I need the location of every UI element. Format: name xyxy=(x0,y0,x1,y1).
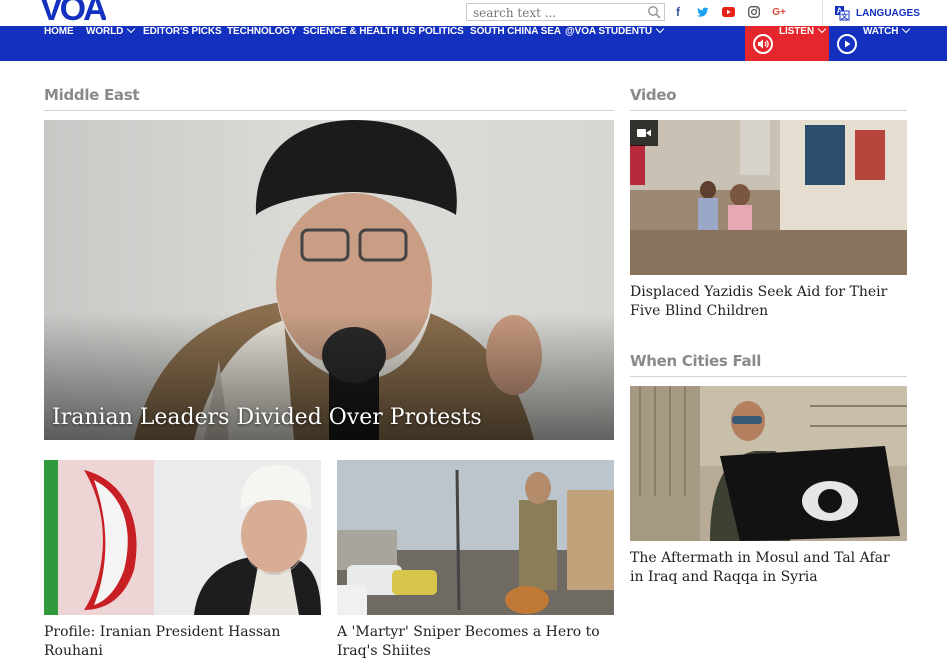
section-title-when-cities-fall[interactable]: When Cities Fall xyxy=(630,352,761,370)
video-camera-icon xyxy=(637,129,651,137)
story-caption[interactable]: Profile: Iranian President Hassan Rouhan… xyxy=(44,623,321,661)
chevron-down-icon xyxy=(655,24,665,34)
watch-label-text: WATCH xyxy=(863,26,899,37)
watch-label: WATCH xyxy=(863,24,911,61)
languages-icon: A 文 xyxy=(835,6,850,21)
listen-label: LISTEN xyxy=(779,24,827,61)
section-title-video[interactable]: Video xyxy=(630,86,677,104)
nav-item-home[interactable]: HOME xyxy=(44,26,74,61)
youtube-icon[interactable] xyxy=(720,4,736,20)
voa-logo[interactable]: VOA xyxy=(40,0,106,26)
story-caption[interactable]: A 'Martyr' Sniper Becomes a Hero to Iraq… xyxy=(337,623,614,661)
twitter-icon[interactable] xyxy=(695,4,711,20)
chevron-down-icon xyxy=(127,24,136,34)
google-plus-icon[interactable]: G+ xyxy=(771,4,787,20)
watch-button[interactable]: WATCH xyxy=(829,24,947,61)
svg-text:文: 文 xyxy=(841,12,849,21)
story-image[interactable] xyxy=(630,386,907,541)
section-rule xyxy=(630,376,907,377)
hero-image xyxy=(44,120,614,440)
video-thumbnail[interactable] xyxy=(630,120,907,275)
story-caption[interactable]: The Aftermath in Mosul and Tal Afar in I… xyxy=(630,549,907,587)
main-nav: HOME WORLD EDITOR'S PICKS TECHNOLOGY SCI… xyxy=(0,24,947,61)
listen-label-text: LISTEN xyxy=(779,26,814,37)
story-image[interactable] xyxy=(337,460,614,615)
search-input[interactable] xyxy=(467,5,642,21)
story-image[interactable] xyxy=(44,460,321,615)
nav-item-us-politics[interactable]: US POLITICS xyxy=(402,26,464,61)
section-title-middle-east[interactable]: Middle East xyxy=(44,86,140,104)
nav-item-editors-picks[interactable]: EDITOR'S PICKS xyxy=(143,26,222,61)
nav-item-south-china-sea[interactable]: SOUTH CHINA SEA xyxy=(470,26,561,61)
nav-item-world-label: WORLD xyxy=(86,26,124,37)
chevron-down-icon xyxy=(817,24,827,34)
languages-label: LANGUAGES xyxy=(856,7,920,19)
nav-item-world[interactable]: WORLD xyxy=(86,24,136,61)
chevron-down-icon xyxy=(902,24,911,34)
languages-button[interactable]: A 文 LANGUAGES xyxy=(834,4,920,22)
nav-item-technology[interactable]: TECHNOLOGY xyxy=(227,26,297,61)
svg-text:VOA: VOA xyxy=(40,0,106,26)
top-bar: VOA f G+ A 文 LANGUAGES xyxy=(0,0,947,26)
section-rule xyxy=(630,110,907,111)
section-rule xyxy=(44,110,614,111)
video-caption[interactable]: Displaced Yazidis Seek Aid for Their Fiv… xyxy=(630,283,907,321)
nav-item-science-health[interactable]: SCIENCE & HEALTH xyxy=(303,26,399,61)
search-box[interactable] xyxy=(466,3,665,21)
hero-headline[interactable]: Iranian Leaders Divided Over Protests xyxy=(52,405,482,430)
nav-item-voa-studentu[interactable]: @VOA STUDENTU xyxy=(565,24,665,61)
header-divider xyxy=(822,0,823,26)
nav-item-voa-studentu-label: @VOA STUDENTU xyxy=(565,26,652,37)
facebook-icon[interactable]: f xyxy=(670,4,686,20)
instagram-icon[interactable] xyxy=(746,4,762,20)
video-badge xyxy=(630,120,658,146)
hero-story[interactable]: Iranian Leaders Divided Over Protests xyxy=(44,120,614,440)
search-icon[interactable] xyxy=(647,5,661,19)
speaker-icon xyxy=(753,34,773,54)
listen-button[interactable]: LISTEN xyxy=(745,24,829,61)
play-icon xyxy=(837,34,857,54)
